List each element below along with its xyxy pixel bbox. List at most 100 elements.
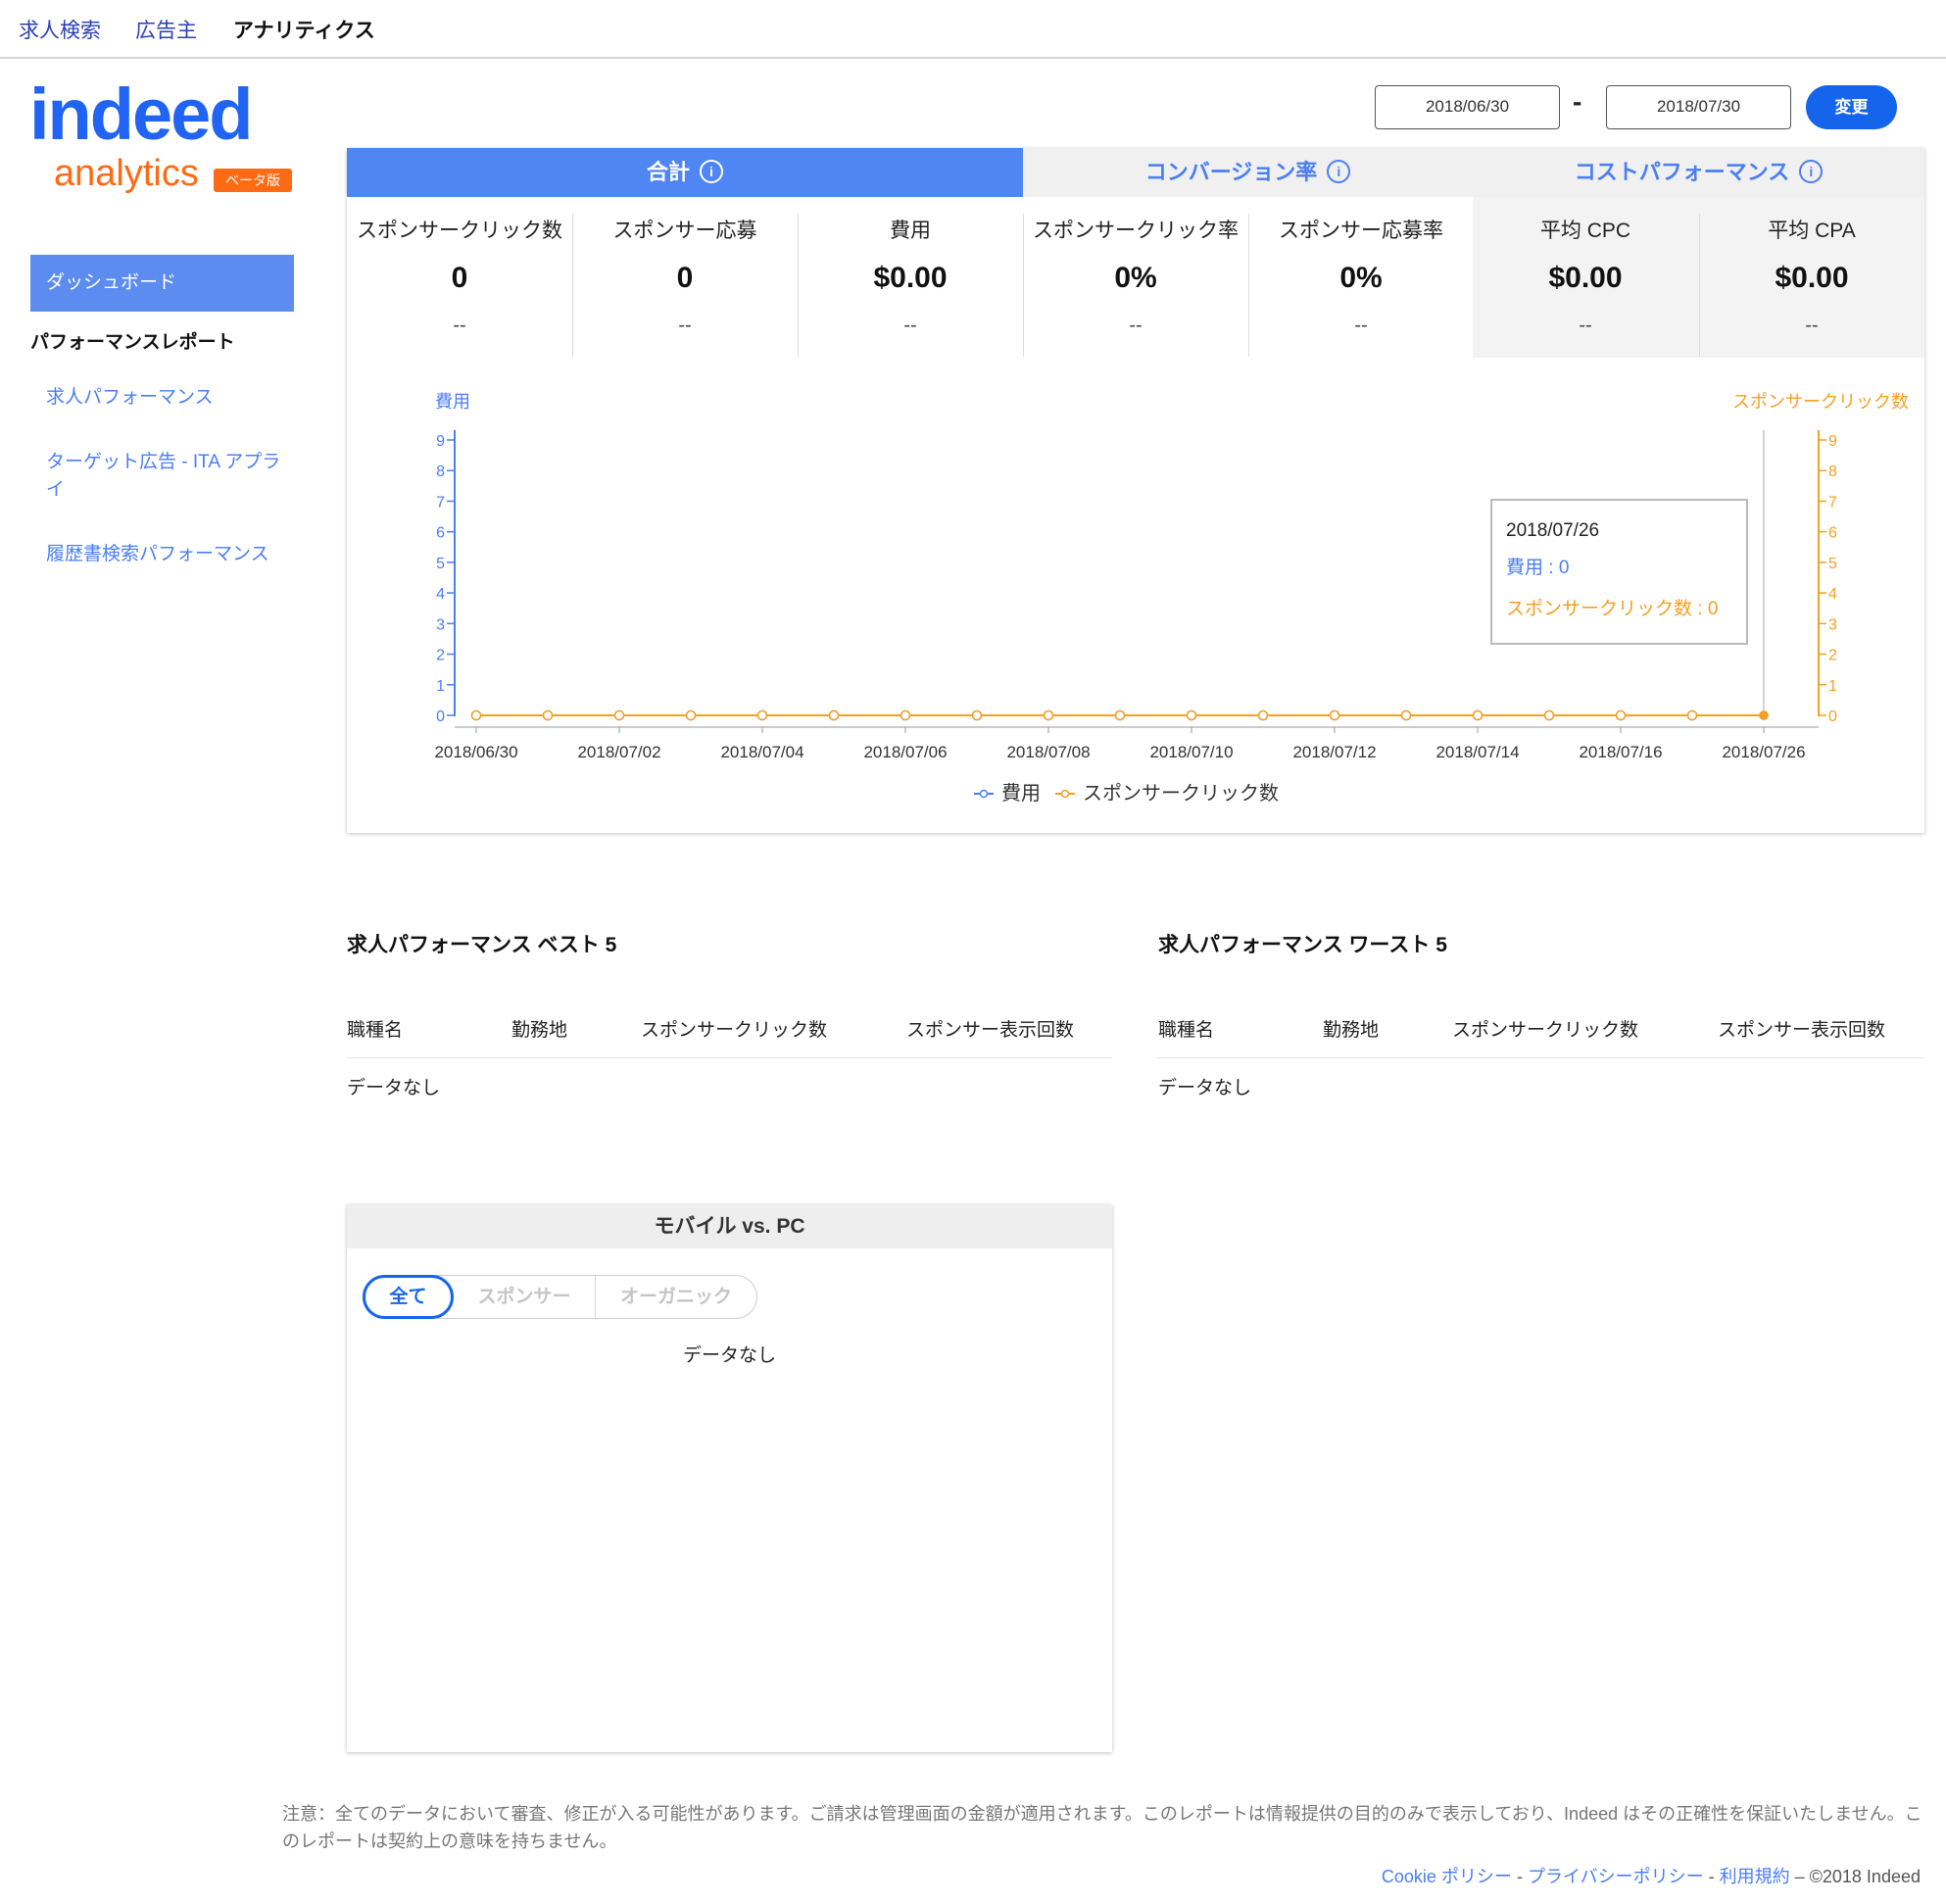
right-y-tick-label: 3 <box>1828 616 1837 633</box>
info-icon[interactable]: i <box>1799 160 1824 184</box>
indeed-logo[interactable]: indeed <box>29 78 253 151</box>
metric-label: スポンサークリック数 <box>357 220 562 242</box>
x-tick-label: 2018/06/30 <box>434 743 517 761</box>
x-tick-label: 2018/07/06 <box>863 743 947 761</box>
terms-of-use-link[interactable]: 利用規約 <box>1720 1867 1790 1886</box>
worst5-no-data: データなし <box>1158 1078 1252 1098</box>
mobile-vs-pc-title: モバイル vs. PC <box>347 1204 1112 1248</box>
tab-conversion-rate[interactable]: コンバージョン率 i <box>1023 148 1473 197</box>
sidebar-item-resume-search-performance[interactable]: 履歴書検索パフォーマンス <box>46 541 291 568</box>
nav-analytics[interactable]: アナリティクス <box>233 15 375 44</box>
left-y-tick-label: 4 <box>436 586 445 603</box>
segment-organic[interactable]: オーガニック <box>595 1275 757 1319</box>
clicks-data-point <box>1257 709 1269 721</box>
divider <box>1023 214 1024 357</box>
tooltip-cost: 費用 : 0 <box>1506 557 1569 578</box>
x-tick-label: 2018/07/04 <box>720 743 803 761</box>
nav-advertiser[interactable]: 広告主 <box>135 15 197 44</box>
left-axis-title: 費用 <box>435 392 470 412</box>
divider <box>1699 214 1700 357</box>
clicks-data-point <box>1400 709 1412 721</box>
legend-clicks-label: スポンサークリック数 <box>1083 782 1279 805</box>
metric-label: 費用 <box>890 220 931 242</box>
best5-header-job-title[interactable]: 職種名 <box>347 1015 403 1042</box>
left-y-tick-label: 5 <box>436 556 445 572</box>
left-y-tick-label: 2 <box>436 648 445 664</box>
clicks-data-point <box>1615 709 1627 721</box>
right-y-tick-label: 6 <box>1828 525 1837 542</box>
best5-header-location[interactable]: 勤務地 <box>511 1015 567 1042</box>
top-nav: 求人検索 広告主 アナリティクス <box>0 0 1946 59</box>
best5-no-data: データなし <box>347 1078 441 1098</box>
metric-sponsored-clicks: スポンサークリック数 0 -- <box>347 197 572 358</box>
info-icon[interactable]: i <box>1327 160 1351 184</box>
metric-change: -- <box>903 315 917 336</box>
sidebar-item-targeted-ads-ita-apply[interactable]: ターゲット広告 - ITA アプライ <box>46 449 291 504</box>
metric-sponsored-applies: スポンサー応募 0 -- <box>572 197 798 358</box>
footer-separator: – <box>1794 1867 1810 1886</box>
best5-header-sponsored-impressions[interactable]: スポンサー表示回数 <box>906 1015 1074 1042</box>
legend-cost-marker <box>979 789 989 799</box>
tab-total-label: 合計 <box>646 160 690 184</box>
clicks-data-point <box>613 709 625 721</box>
cost-clicks-line-chart: 費用 スポンサークリック数0 01 12 23 34 45 56 67 78 89 92018/06/… <box>434 392 1909 805</box>
copyright: ©2018 Indeed <box>1809 1867 1921 1886</box>
worst5-header-sponsored-impressions[interactable]: スポンサー表示回数 <box>1718 1015 1885 1042</box>
mobile-vs-pc-no-data: データなし <box>682 1345 776 1366</box>
x-tick-label: 2018/07/12 <box>1292 743 1376 761</box>
footer-links: Cookie ポリシー - プライバシーポリシー - 利用規約 – ©2018 … <box>1382 1863 1921 1888</box>
metric-change: -- <box>453 315 466 336</box>
worst5-header-sponsored-clicks[interactable]: スポンサークリック数 <box>1452 1015 1638 1042</box>
worst5-header-location[interactable]: 勤務地 <box>1323 1015 1379 1042</box>
left-y-tick-label: 3 <box>436 616 445 633</box>
clicks-data-point <box>971 709 983 721</box>
clicks-data-point <box>1759 710 1769 720</box>
segment-sponsored[interactable]: スポンサー <box>454 1275 595 1319</box>
metric-value: 0 <box>451 262 468 294</box>
metric-change: -- <box>678 315 692 336</box>
worst5-header-job-title[interactable]: 職種名 <box>1158 1015 1214 1042</box>
tab-cost-performance[interactable]: コストパフォーマンス i <box>1473 148 1924 197</box>
best5-header-sponsored-clicks[interactable]: スポンサークリック数 <box>641 1015 827 1042</box>
privacy-policy-link[interactable]: プライバシーポリシー <box>1528 1867 1704 1886</box>
left-y-tick-label: 9 <box>436 433 445 450</box>
clicks-data-point <box>1186 709 1197 721</box>
divider <box>798 214 799 357</box>
clicks-data-point <box>828 709 840 721</box>
end-date-input[interactable]: 2018/07/30 <box>1606 85 1791 129</box>
metric-change: -- <box>1129 315 1143 336</box>
left-y-tick-label: 0 <box>436 708 445 725</box>
sidebar-section-performance-report: パフォーマンスレポート <box>30 332 235 353</box>
metric-value: $0.00 <box>873 262 948 294</box>
tab-total[interactable]: 合計 i <box>347 148 1023 197</box>
best5-header-divider <box>347 1057 1112 1058</box>
metric-change: -- <box>1354 315 1368 336</box>
metric-value: 0% <box>1114 262 1157 294</box>
legend-cost-label: 費用 <box>1001 782 1041 805</box>
clicks-data-point <box>470 709 482 721</box>
metric-value: $0.00 <box>1775 262 1849 294</box>
right-y-tick-label: 7 <box>1828 494 1837 511</box>
metric-average-cpa: 平均 CPA $0.00 -- <box>1699 197 1924 358</box>
segment-all[interactable]: 全て <box>363 1275 454 1319</box>
x-tick-label: 2018/07/10 <box>1149 743 1233 761</box>
right-axis-title: スポンサークリック数 <box>1732 392 1909 412</box>
info-icon[interactable]: i <box>700 160 723 184</box>
cookie-policy-link[interactable]: Cookie ポリシー <box>1382 1867 1512 1886</box>
sidebar-item-dashboard[interactable]: ダッシュボード <box>30 255 294 312</box>
x-tick-label: 2018/07/02 <box>577 743 660 761</box>
clicks-data-point <box>1543 709 1555 721</box>
clicks-data-point <box>756 709 768 721</box>
start-date-input[interactable]: 2018/06/30 <box>1375 85 1560 129</box>
nav-job-search[interactable]: 求人検索 <box>19 15 101 44</box>
tab-cost-label: コストパフォーマンス <box>1574 160 1790 184</box>
change-date-button[interactable]: 変更 <box>1806 85 1897 129</box>
clicks-data-point <box>685 709 697 721</box>
clicks-data-point <box>1686 709 1698 721</box>
sidebar-item-job-performance[interactable]: 求人パフォーマンス <box>46 384 291 412</box>
best5-title: 求人パフォーマンス ベスト 5 <box>347 934 617 956</box>
left-y-tick-label: 8 <box>436 464 445 480</box>
metric-value: $0.00 <box>1548 262 1623 294</box>
x-tick-label: 2018/07/08 <box>1006 743 1090 761</box>
worst5-title: 求人パフォーマンス ワースト 5 <box>1158 934 1447 956</box>
